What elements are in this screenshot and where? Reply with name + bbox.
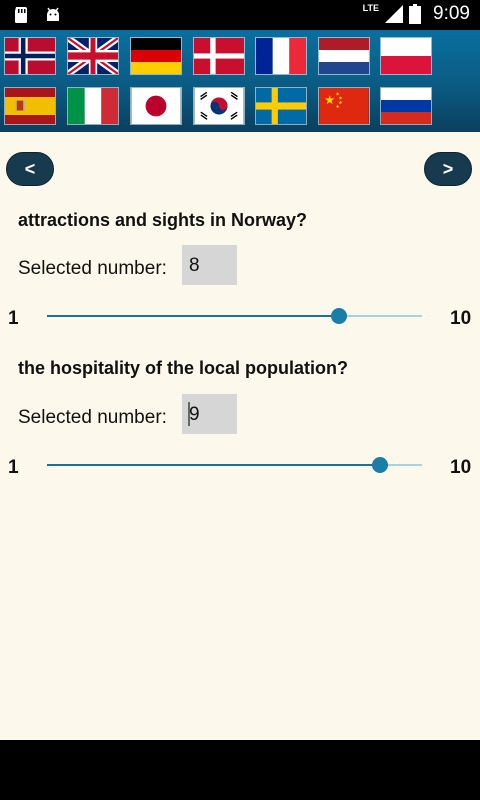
survey-content: < > attractions and sights in Norway? Se… — [0, 132, 480, 740]
previous-button[interactable]: < — [6, 152, 54, 186]
flag-poland-icon[interactable] — [380, 37, 432, 75]
next-button[interactable]: > — [424, 152, 472, 186]
question-1-slider-fill — [47, 315, 339, 317]
flag-netherlands-icon[interactable] — [318, 37, 370, 75]
question-2-selected-label: Selected number: — [18, 407, 167, 428]
question-2-text: the hospitality of the local population? — [18, 358, 348, 378]
flag-russia-icon[interactable] — [380, 87, 432, 125]
sd-card-icon — [15, 7, 27, 23]
question-2-selected-value[interactable]: 9 — [182, 394, 237, 434]
flag-china-icon[interactable]: ★ ★ ★ ★ ★ — [318, 87, 370, 125]
language-flag-bar: ★ ★ ★ ★ ★ — [0, 30, 480, 132]
question-1-selected-label: Selected number: — [18, 258, 167, 279]
navigation-bar — [0, 740, 480, 800]
flag-norway-icon[interactable] — [4, 37, 56, 75]
question-2-slider-max: 10 — [450, 457, 472, 478]
battery-icon — [409, 4, 422, 24]
signal-icon — [385, 5, 404, 23]
question-2-selected-value-text: 9 — [189, 404, 200, 425]
flag-sweden-icon[interactable] — [255, 87, 307, 125]
question-2-slider[interactable] — [47, 457, 422, 473]
flag-japan-icon[interactable] — [130, 87, 182, 125]
flag-france-icon[interactable] — [255, 37, 307, 75]
network-type-label: LTE — [362, 3, 380, 13]
flag-korea-icon[interactable] — [193, 87, 245, 125]
flag-uk-icon[interactable] — [67, 37, 119, 75]
svg-text:★: ★ — [335, 104, 339, 110]
question-2-slider-thumb[interactable] — [372, 457, 388, 473]
question-1-slider[interactable] — [47, 308, 422, 324]
question-1-selected-value[interactable]: 8 — [182, 245, 237, 285]
clock-time: 9:09 — [433, 3, 470, 24]
svg-text:★: ★ — [324, 93, 335, 107]
flag-denmark-icon[interactable] — [193, 37, 245, 75]
flag-italy-icon[interactable] — [67, 87, 119, 125]
flag-germany-icon[interactable] — [130, 37, 182, 75]
question-2-slider-min: 1 — [8, 457, 19, 478]
question-1-slider-max: 10 — [450, 308, 472, 329]
status-bar: LTE 9:09 — [0, 0, 480, 30]
android-icon — [47, 7, 59, 21]
question-1-slider-thumb[interactable] — [331, 308, 347, 324]
question-1-slider-min: 1 — [8, 308, 19, 329]
question-2-slider-fill — [47, 464, 380, 466]
question-1-selected-value-text: 8 — [189, 255, 200, 276]
question-1-text: attractions and sights in Norway? — [18, 210, 308, 230]
flag-spain-icon[interactable] — [4, 87, 56, 125]
